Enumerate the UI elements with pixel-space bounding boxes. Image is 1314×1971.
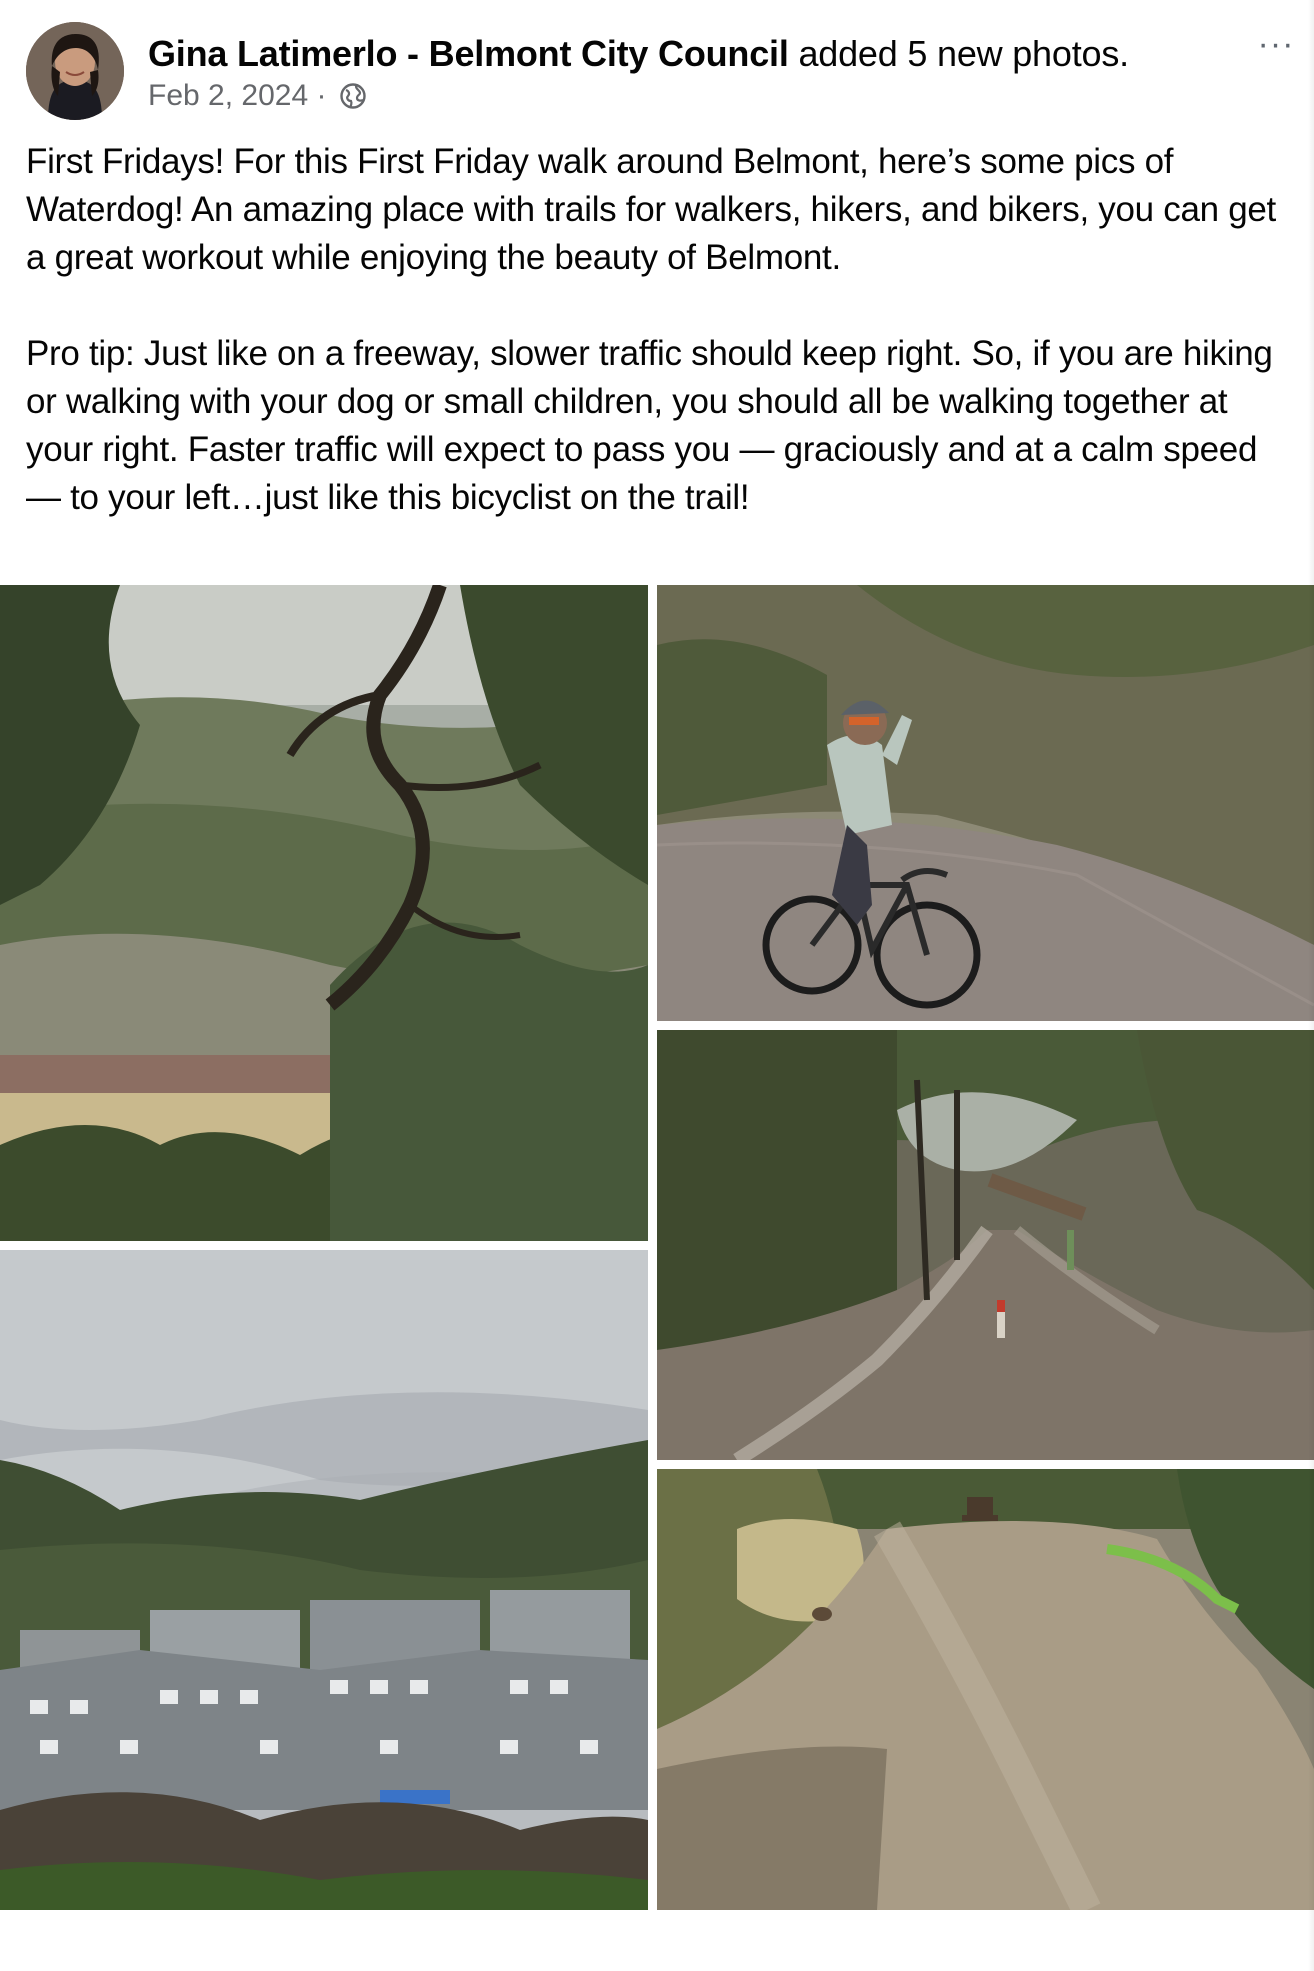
avatar-image <box>26 22 124 120</box>
author-name-link[interactable]: Gina Latimerlo - Belmont City Council <box>148 33 789 74</box>
meta-separator: · <box>308 79 335 112</box>
photo-bicyclist[interactable] <box>657 585 1314 1021</box>
scroll-edge <box>1308 0 1314 1971</box>
post-date-link[interactable]: Feb 2, 2024 <box>148 79 308 112</box>
post-paragraph: Pro tip: Just like on a freeway, slower … <box>26 334 1282 517</box>
globe-icon[interactable] <box>339 82 367 119</box>
photo-grid <box>0 585 1314 1910</box>
post-paragraph: First Fridays! For this First Friday wal… <box>26 142 1286 277</box>
photo-trail-fork[interactable] <box>657 1030 1314 1460</box>
post-meta: Feb 2, 2024 · <box>148 78 367 119</box>
author-line: Gina Latimerlo - Belmont City Council ad… <box>148 32 1129 76</box>
author-avatar[interactable] <box>26 22 124 120</box>
photo-gravel-path[interactable] <box>657 1469 1314 1910</box>
photo-housing-hills[interactable] <box>0 1250 648 1910</box>
post-message: First Fridays! For this First Friday wal… <box>26 138 1292 522</box>
post-header: Gina Latimerlo - Belmont City Council ad… <box>26 22 1296 122</box>
author-action-text: added 5 new photos. <box>788 33 1129 74</box>
post-card: Gina Latimerlo - Belmont City Council ad… <box>0 0 1314 1971</box>
more-options-button[interactable]: ··· <box>1256 27 1296 61</box>
photo-oak-lake[interactable] <box>0 585 648 1241</box>
